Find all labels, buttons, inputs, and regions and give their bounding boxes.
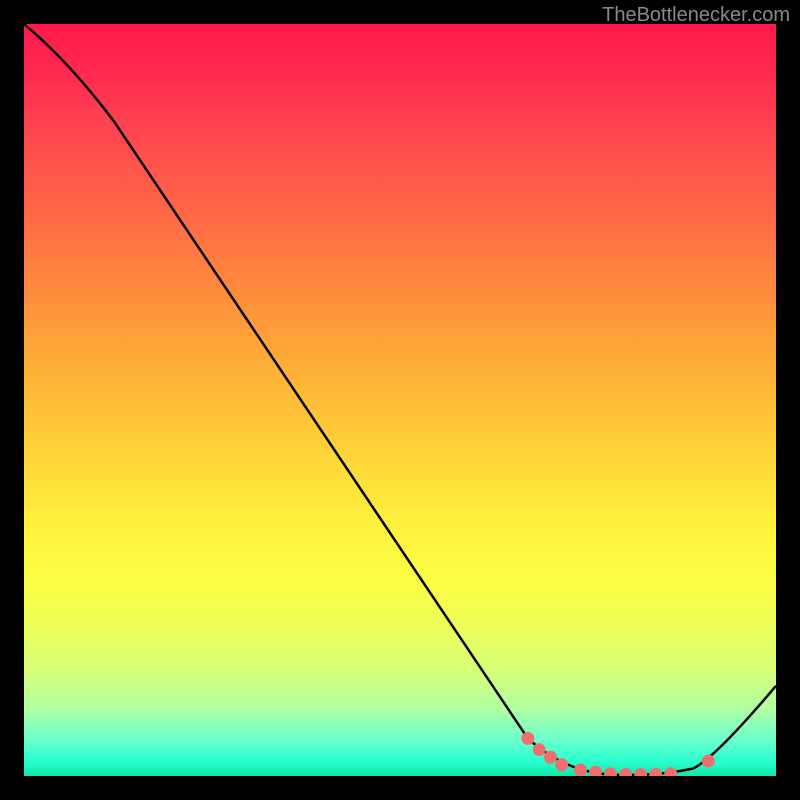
chart-plot-area xyxy=(24,24,776,776)
chart-marker xyxy=(521,732,534,745)
chart-marker xyxy=(619,768,632,776)
attribution-label: TheBottlenecker.com xyxy=(602,4,790,27)
chart-markers xyxy=(24,24,776,776)
chart-marker xyxy=(555,758,568,771)
chart-marker xyxy=(589,766,602,776)
chart-marker xyxy=(702,754,715,767)
chart-marker xyxy=(649,768,662,776)
chart-marker xyxy=(664,767,677,776)
chart-marker xyxy=(604,767,617,776)
chart-marker xyxy=(574,763,587,776)
chart-marker xyxy=(544,751,557,764)
chart-marker xyxy=(634,768,647,776)
chart-marker xyxy=(533,743,546,756)
